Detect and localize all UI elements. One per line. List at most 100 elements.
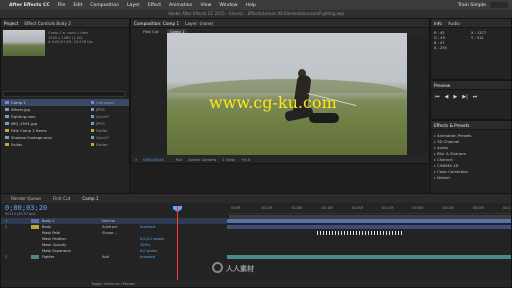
layer-value[interactable]: Inverted (140, 225, 155, 229)
project-item[interactable]: Fighting.mov QuickT (1, 113, 129, 120)
tab-first-cut[interactable]: First Cut (53, 196, 70, 201)
layer-label-color[interactable] (31, 225, 39, 229)
layer-name[interactable]: Body (42, 225, 102, 229)
label-swatch[interactable] (91, 136, 94, 139)
layer-label-color[interactable] (31, 219, 39, 223)
layer-track-3[interactable] (227, 254, 511, 260)
layer-name[interactable]: Fighter (42, 255, 102, 259)
tab-layer[interactable]: Layer: (none) (185, 21, 213, 26)
tab-composition[interactable]: Composition: Comp 1 (134, 21, 179, 26)
effects-category[interactable]: Distort (434, 175, 472, 181)
tab-project[interactable]: Project (4, 21, 18, 26)
exposure-value[interactable]: +0.0 (241, 157, 250, 162)
layer-mode[interactable]: Subtract (102, 225, 140, 229)
keyframes[interactable] (317, 231, 403, 235)
menu-file[interactable]: File (58, 3, 66, 8)
camera-select[interactable]: Active Camera (188, 157, 216, 162)
timeline-layer-row[interactable]: 3 Fighter Add Inverted (1, 254, 227, 260)
last-frame-button[interactable]: ⏭ (473, 94, 478, 100)
label-swatch[interactable] (91, 143, 94, 146)
tab-preview[interactable]: Preview (434, 83, 450, 88)
project-item[interactable]: Shadow Footage.mov QuickT (1, 134, 129, 141)
tab-render-queue[interactable]: Render Queue (11, 196, 41, 201)
project-item-type: Folder (96, 128, 108, 133)
menu-edit[interactable]: Edit (73, 3, 82, 8)
time-ruler[interactable]: 0:00f 00:15f 01:00f 01:15f 02:00f 02:15f 03:00… (227, 206, 511, 214)
menu-animation[interactable]: Animation (169, 3, 192, 8)
ruler-tick-label: 01:00f (291, 206, 303, 210)
menu-window[interactable]: Window (219, 3, 237, 8)
layer-bar-fighter[interactable] (227, 255, 511, 259)
subtab-first-cut[interactable]: Fitst Cut (143, 29, 159, 34)
watermark-logo-icon (212, 262, 223, 273)
project-item[interactable]: Wheel.jpg JPEG (1, 106, 129, 113)
preview-panel: Preview ⏮ ◀ ▶ ▶| ⏭ (430, 80, 512, 120)
layer-value[interactable]: 0.0,0.0 pixels (140, 237, 164, 241)
menu-view[interactable]: View (200, 3, 211, 8)
tab-comp1-timeline[interactable]: Comp 1 (82, 196, 98, 201)
project-item[interactable]: IMG_4591.jpg JPEG (1, 120, 129, 127)
layer-value[interactable]: Inverted (140, 255, 155, 259)
tab-effect-controls[interactable]: Effect Controls Body 2 (24, 21, 71, 26)
tab-audio[interactable]: Audio (448, 21, 460, 26)
timeline-timecode[interactable]: 0;00;03;20 (5, 204, 47, 212)
layer-name[interactable]: Mask Path (42, 231, 102, 235)
workspace-label[interactable]: Train Simple (458, 3, 486, 8)
project-tabs: Project Effect Controls Body 2 (1, 19, 129, 28)
layer-number: 2 (5, 225, 8, 229)
footage-icon (5, 108, 9, 111)
layer-name[interactable]: Mask Feather (42, 237, 102, 241)
layer-name[interactable]: Body 2 (42, 219, 102, 223)
ruler-tick-label: 02:15f (382, 206, 394, 210)
layer-bar-body[interactable] (227, 225, 511, 229)
menu-app[interactable]: After Effects CC (9, 3, 50, 8)
layer-mode[interactable]: Shape... (102, 231, 140, 235)
timeline-panel: Render Queue First Cut Comp 1 0;00;03;20… (0, 193, 512, 288)
toggle-switches-modes[interactable]: Toggle Switches / Modes (91, 282, 135, 286)
layer-label-color[interactable] (31, 243, 39, 247)
label-swatch[interactable] (91, 115, 94, 118)
label-swatch[interactable] (91, 101, 94, 104)
menu-layer[interactable]: Layer (127, 3, 140, 8)
play-button[interactable]: ▶ (453, 94, 457, 100)
project-item[interactable]: Fitle Comp 2 items Folder (1, 127, 129, 134)
layer-value[interactable]: 0.0 pixels (140, 249, 157, 253)
comp-viewer[interactable]: www.cg-ku.com (167, 33, 407, 160)
search-help-field[interactable] (490, 2, 508, 8)
mask-path-track[interactable] (227, 230, 511, 236)
next-frame-button[interactable]: ▶| (462, 94, 468, 100)
playhead-line (177, 206, 178, 282)
project-item-name: Comp 1 (11, 100, 26, 105)
layer-label-color[interactable] (31, 237, 39, 241)
tab-effects-presets[interactable]: Effects & Presets (434, 123, 469, 128)
layer-mode[interactable]: Add (102, 255, 140, 259)
menu-help[interactable]: Help (246, 3, 256, 8)
tab-info[interactable]: Info (434, 21, 442, 26)
layer-mode[interactable]: Normal (102, 219, 140, 223)
comp-timecode[interactable]: 0;00;03;20 (143, 157, 164, 162)
project-item-type: JPEG (96, 107, 105, 112)
layer-name[interactable]: Mask Opacity (42, 243, 102, 247)
layer-label-color[interactable] (31, 255, 39, 259)
layer-bar-body2[interactable] (227, 219, 511, 223)
magnify-icon[interactable]: ⌕ (135, 157, 137, 162)
menu-composition[interactable]: Composition (90, 3, 119, 8)
prev-frame-button[interactable]: ◀ (445, 94, 449, 100)
first-frame-button[interactable]: ⏮ (435, 94, 440, 100)
layer-name[interactable]: Mask Expansion (42, 249, 102, 253)
label-swatch[interactable] (91, 108, 94, 111)
resolution-select[interactable]: Full (176, 157, 183, 162)
views-select[interactable]: 1 View (222, 157, 235, 162)
project-item[interactable]: Comp 1 Composit (1, 99, 129, 106)
layer-number: 1 (5, 219, 8, 223)
layer-label-color[interactable] (31, 231, 39, 235)
label-swatch[interactable] (91, 122, 94, 125)
layer-label-color[interactable] (31, 249, 39, 253)
project-item[interactable]: Solids Folder (1, 141, 129, 148)
label-swatch[interactable] (91, 129, 94, 132)
project-item-name: Fighting.mov (11, 114, 36, 119)
menu-effect[interactable]: Effect (148, 3, 161, 8)
project-search-input[interactable] (3, 91, 125, 97)
layer-value[interactable]: 100% (140, 243, 150, 247)
footage-icon (5, 136, 9, 139)
